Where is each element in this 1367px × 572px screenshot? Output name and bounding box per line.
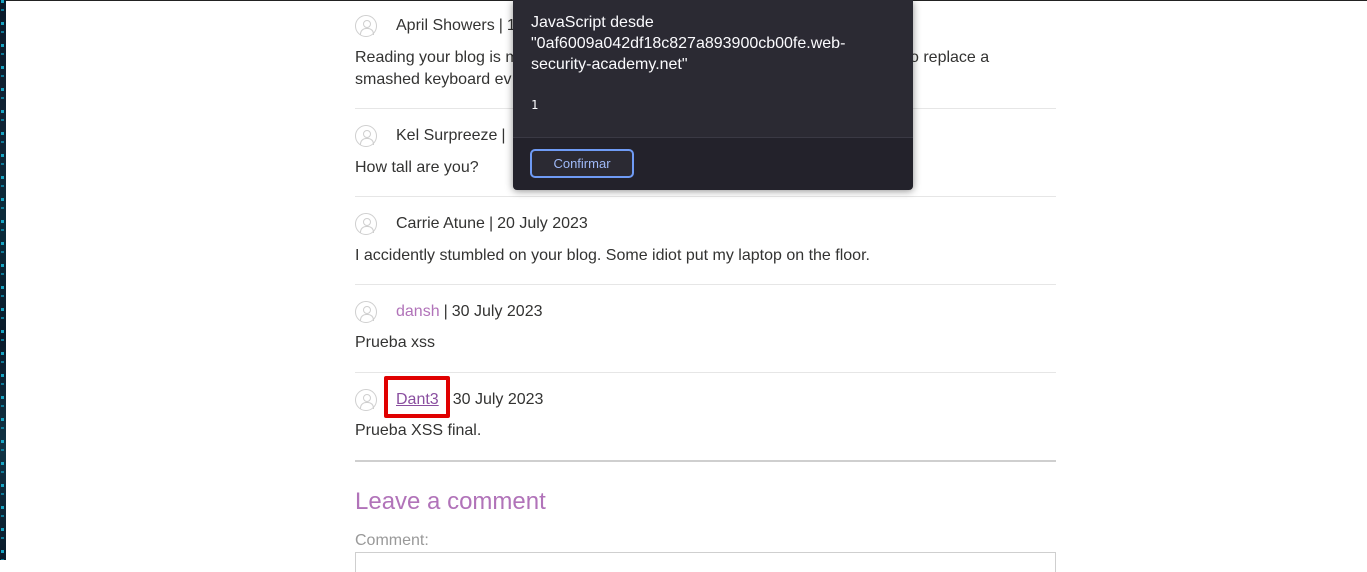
avatar-icon (355, 213, 377, 235)
comment-body: Prueba xss (355, 334, 436, 351)
comment-textarea[interactable] (355, 552, 1056, 572)
javascript-alert-dialog: JavaScript desde "0af6009a042df18c827a89… (513, 0, 913, 190)
comment-date: 30 July 2023 (451, 303, 543, 320)
avatar-icon (355, 125, 377, 147)
comment-date: 30 July 2023 (452, 391, 544, 408)
comment-field-label: Comment: (355, 532, 429, 549)
dialog-message: 1 (531, 98, 539, 112)
section-divider (355, 460, 1056, 462)
comment-text-tail: o replace a (910, 49, 990, 66)
left-edge-decoration (0, 0, 6, 560)
comment-author: April Showers (396, 17, 495, 34)
confirm-button[interactable]: Confirmar (530, 149, 634, 178)
comment-body: I accidently stumbled on your blog. Some… (355, 247, 870, 264)
comment-item: dansh | 30 July 2023 Prueba xss (355, 284, 1056, 373)
comment-author: Kel Surpreeze (396, 127, 498, 144)
comment-text: Reading your blog is m (355, 49, 519, 66)
comment-separator: | (488, 215, 494, 232)
comment-separator: | (443, 303, 448, 320)
comment-separator: | (501, 127, 506, 144)
leave-comment-heading: Leave a comment (355, 488, 546, 515)
comment-body: Prueba XSS final. (355, 422, 482, 439)
comment-author-link[interactable]: dansh (396, 303, 440, 321)
comment-meta: Kel Surpreeze | (355, 121, 510, 151)
comment-author: Carrie Atune (396, 215, 485, 232)
comment-body: How tall are you? (355, 159, 479, 176)
avatar-icon (355, 301, 377, 323)
comment-text-line2: smashed keyboard ev (355, 71, 512, 88)
dialog-footer: Confirmar (513, 137, 913, 190)
comment-separator: | (498, 17, 503, 34)
avatar-icon (355, 15, 377, 37)
comment-meta: Carrie Atune | 20 July 2023 (355, 209, 588, 239)
comment-meta: April Showers | 1 (355, 11, 516, 41)
highlight-box (384, 376, 450, 418)
comment-item: Dant3 30 July 2023 Prueba XSS final. (355, 372, 1056, 460)
comment-item: Carrie Atune | 20 July 2023 I accidently… (355, 196, 1056, 285)
comment-date: 20 July 2023 (497, 215, 588, 232)
comment-meta: dansh | 30 July 2023 (355, 297, 542, 327)
avatar-icon (355, 389, 377, 411)
dialog-title: JavaScript desde "0af6009a042df18c827a89… (531, 14, 846, 73)
